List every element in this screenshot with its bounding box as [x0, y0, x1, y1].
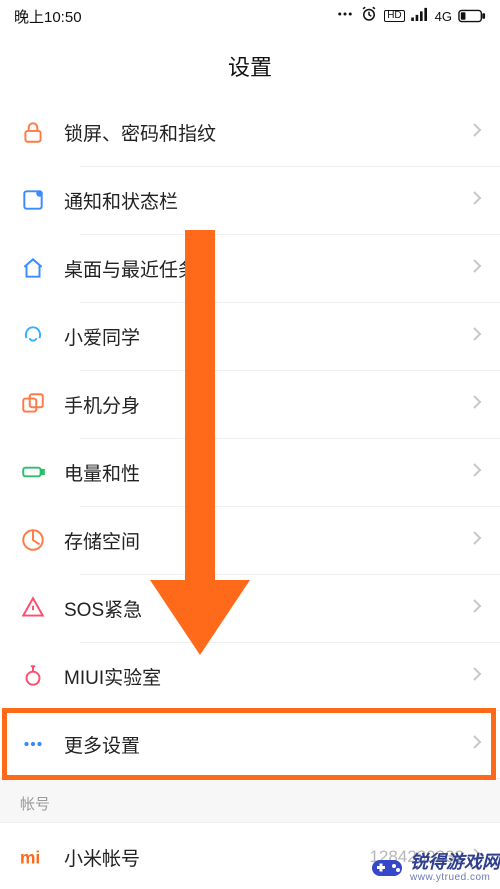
row-label: MIUI实验室	[64, 663, 472, 690]
row-label: 锁屏、密码和指纹	[64, 119, 472, 146]
chevron-right-icon	[472, 462, 482, 483]
chevron-right-icon	[472, 122, 482, 143]
status-hd: HD	[384, 10, 404, 22]
svg-text:mi: mi	[20, 848, 40, 868]
mi-logo-icon: mi	[20, 844, 64, 870]
row-label: 手机分身	[64, 391, 472, 418]
notification-icon	[20, 187, 64, 213]
row-label: 存储空间	[64, 527, 472, 554]
row-home[interactable]: 桌面与最近任务	[0, 234, 500, 302]
settings-list: 锁屏、密码和指纹 通知和状态栏 桌面与最近任务 小爱同学 手机分身 电	[0, 98, 500, 778]
chevron-right-icon	[472, 734, 482, 755]
page-title: 设置	[0, 32, 500, 98]
chevron-right-icon	[472, 530, 482, 551]
more-icon	[336, 5, 354, 27]
row-label: 桌面与最近任务	[64, 255, 472, 282]
row-label: 电量和性	[64, 459, 472, 486]
status-right: HD 4G	[336, 5, 486, 27]
status-network: 4G	[435, 9, 452, 24]
row-lock[interactable]: 锁屏、密码和指纹	[0, 98, 500, 166]
row-miui-lab[interactable]: MIUI实验室	[0, 642, 500, 710]
flask-icon	[20, 663, 64, 689]
row-xiaoai[interactable]: 小爱同学	[0, 302, 500, 370]
status-bar: 晚上10:50 HD 4G	[0, 0, 500, 32]
status-time: 晚上10:50	[14, 6, 82, 27]
account-id: 1284239332	[369, 847, 464, 867]
row-notifications[interactable]: 通知和状态栏	[0, 166, 500, 234]
row-sos[interactable]: SOS紧急	[0, 574, 500, 642]
row-label: 小米帐号	[64, 844, 369, 871]
battery-icon	[458, 9, 486, 23]
battery-row-icon	[20, 459, 64, 485]
dual-icon	[20, 391, 64, 417]
section-account-header: 帐号	[0, 778, 500, 823]
row-mi-account[interactable]: mi 小米帐号 1284239332	[0, 823, 500, 889]
chevron-right-icon	[472, 847, 482, 868]
row-label: 通知和状态栏	[64, 187, 472, 214]
sos-icon	[20, 595, 64, 621]
row-dual-apps[interactable]: 手机分身	[0, 370, 500, 438]
chevron-right-icon	[472, 190, 482, 211]
chevron-right-icon	[472, 394, 482, 415]
row-label: SOS紧急	[64, 595, 472, 622]
alarm-icon	[360, 5, 378, 27]
more-settings-icon	[20, 731, 64, 757]
row-storage[interactable]: 存储空间	[0, 506, 500, 574]
row-battery[interactable]: 电量和性	[0, 438, 500, 506]
signal-icon	[411, 7, 429, 25]
row-more-settings[interactable]: 更多设置	[0, 710, 500, 778]
xiaoai-icon	[20, 323, 64, 349]
chevron-right-icon	[472, 258, 482, 279]
row-label: 更多设置	[64, 731, 472, 758]
row-label: 小爱同学	[64, 323, 472, 350]
storage-icon	[20, 527, 64, 553]
chevron-right-icon	[472, 598, 482, 619]
home-icon	[20, 255, 64, 281]
chevron-right-icon	[472, 666, 482, 687]
lock-icon	[20, 119, 64, 145]
chevron-right-icon	[472, 326, 482, 347]
